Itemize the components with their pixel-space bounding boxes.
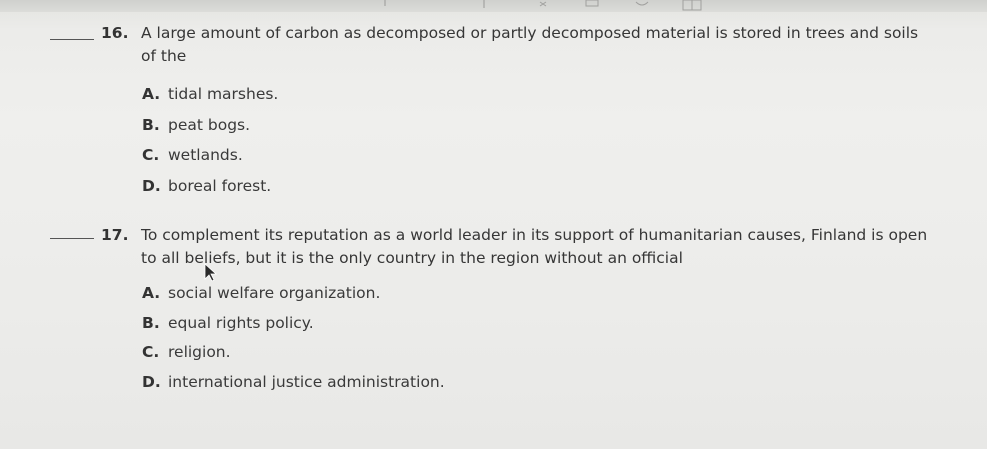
question-number-17: 17. [101, 226, 129, 244]
choice-letter: C. [142, 343, 160, 361]
choice-letter: A. [142, 85, 161, 103]
question-17-stem-line-1: To complement its reputation as a world … [141, 226, 928, 244]
choice-17-b[interactable]: B. equal rights policy. [142, 314, 314, 332]
question-number-16: 16. [101, 24, 129, 42]
choice-letter: A. [142, 284, 161, 302]
choice-letter: B. [142, 116, 160, 134]
choice-letter: C. [142, 146, 160, 164]
choice-text: international justice administration. [168, 373, 445, 391]
choice-17-c[interactable]: C. religion. [142, 343, 231, 361]
question-16-stem-line-1: A large amount of carbon as decomposed o… [141, 24, 919, 42]
choice-16-c[interactable]: C. wetlands. [142, 146, 243, 164]
choice-text: boreal forest. [168, 177, 272, 195]
choice-text: tidal marshes. [168, 85, 279, 103]
answer-blank-17[interactable] [50, 238, 94, 239]
mouse-cursor-icon [204, 263, 218, 282]
choice-17-d[interactable]: D. international justice administration. [142, 373, 445, 391]
choice-text: wetlands. [168, 146, 243, 164]
choice-text: religion. [168, 343, 231, 361]
choice-letter: D. [142, 177, 161, 195]
choice-letter: B. [142, 314, 160, 332]
choice-16-d[interactable]: D. boreal forest. [142, 177, 271, 195]
choice-letter: D. [142, 373, 161, 391]
choice-text: social welfare organization. [168, 284, 381, 302]
choice-16-a[interactable]: A. tidal marshes. [142, 85, 278, 103]
choice-text: equal rights policy. [168, 314, 314, 332]
question-16-stem-line-2: of the [141, 47, 187, 65]
question-17-stem-line-2: to all beliefs, but it is the only count… [141, 249, 683, 267]
top-edge-marks [384, 0, 702, 11]
answer-blank-16[interactable] [50, 39, 94, 40]
choice-16-b[interactable]: B. peat bogs. [142, 116, 250, 134]
choice-17-a[interactable]: A. social welfare organization. [142, 284, 380, 302]
choice-text: peat bogs. [168, 116, 251, 134]
